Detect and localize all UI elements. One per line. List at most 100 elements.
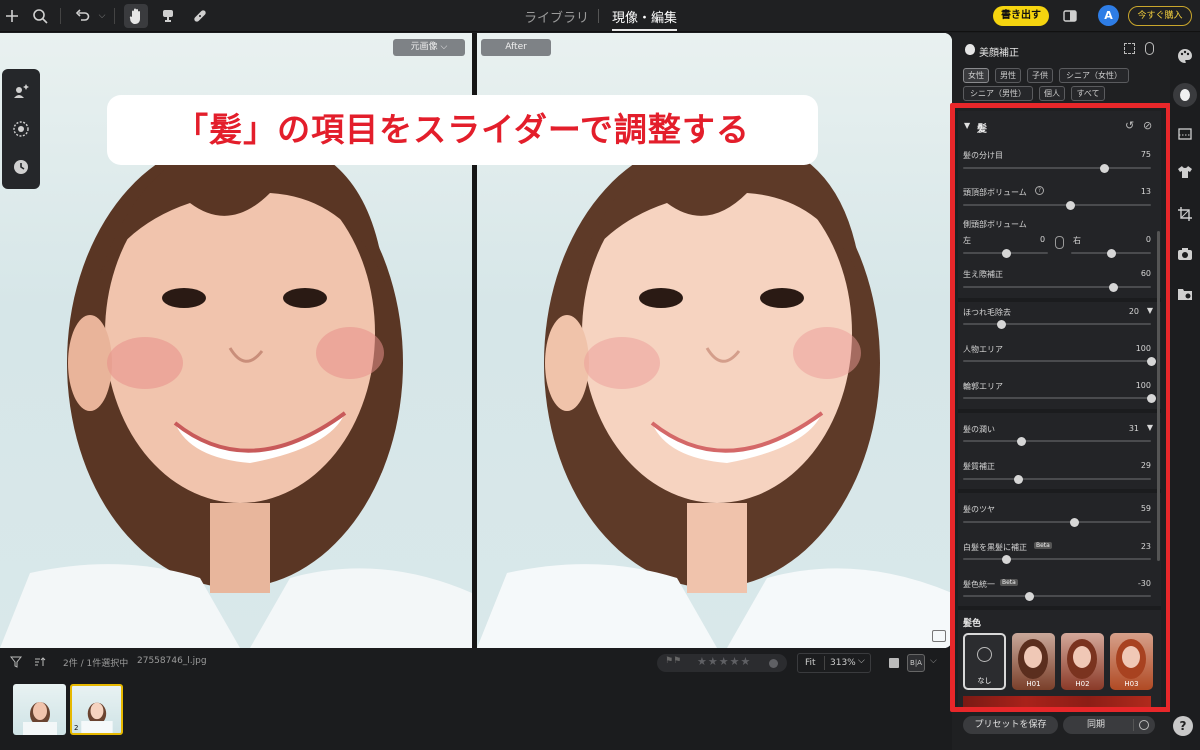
filmstrip-thumbnail[interactable] [13,684,66,735]
export-button[interactable]: 書き出す [993,6,1049,26]
scrollbar[interactable] [1157,231,1160,561]
link-icon[interactable] [1145,42,1154,55]
search-icon[interactable] [30,6,50,26]
bandage-icon[interactable] [190,6,210,26]
expand-triangle-icon[interactable]: ▼ [1147,306,1153,315]
expand-triangle-icon[interactable]: ▼ [1147,423,1153,432]
slider-knob[interactable] [1024,591,1034,601]
slider-track[interactable] [963,591,1151,601]
swatch-h02[interactable]: H02 [1061,633,1104,690]
slider-right-value[interactable]: 0 [1146,235,1151,244]
slider-track[interactable] [963,436,1151,446]
slider-track[interactable] [963,474,1151,484]
slider-track[interactable] [963,319,1151,329]
background-icon[interactable] [1176,125,1194,143]
tab-library[interactable]: ライブラリ [524,7,589,26]
slider-value[interactable]: 23 [1141,542,1151,551]
chip-individual[interactable]: 個人 [1039,86,1065,101]
slider-value[interactable]: -30 [1138,579,1151,588]
fit-label[interactable]: Fit [805,658,816,668]
slider-value[interactable]: 13 [1141,187,1151,196]
hand-tool-button[interactable] [124,4,148,28]
chip-senior-male[interactable]: シニア（男性） [963,86,1033,101]
clothing-icon[interactable] [1176,163,1194,181]
slider-value[interactable]: 20 [1129,307,1139,316]
slider-knob[interactable] [1013,474,1023,484]
slider-knob[interactable] [1002,554,1012,564]
slider-value[interactable]: 100 [1136,344,1151,353]
help-circle-icon[interactable]: ? [1035,186,1044,195]
original-image-dropdown[interactable]: 元画像 ⌵ [393,39,465,56]
link-toggle-icon[interactable] [1055,236,1064,249]
zoom-chevron-icon[interactable]: ⌵ [858,656,865,666]
slider-value[interactable]: 100 [1136,381,1151,390]
crop-icon[interactable] [1176,205,1194,223]
camera-icon[interactable] [1176,245,1194,263]
swatch-h03[interactable]: H03 [1110,633,1153,690]
chip-male[interactable]: 男性 [995,68,1021,83]
color-label-icon[interactable] [769,659,778,668]
slider-knob[interactable] [1069,517,1079,527]
slider-knob[interactable] [1109,282,1119,292]
single-view-icon[interactable] [889,658,899,668]
slider-track[interactable] [963,282,1151,292]
zoom-control[interactable]: Fit 313% ⌵ [797,653,871,673]
slider-knob[interactable] [1001,248,1011,258]
swatch-row-more[interactable] [963,696,1151,707]
chip-child[interactable]: 子供 [1027,68,1053,83]
reset-icon[interactable]: ↺ [1125,119,1134,132]
slider-track[interactable] [963,393,1156,403]
slider-knob[interactable] [1017,436,1027,446]
stamp-icon[interactable] [158,6,178,26]
slider-track-right[interactable] [1071,248,1151,258]
slider-knob[interactable] [1066,200,1076,210]
split-view-icon[interactable] [932,630,946,642]
slider-knob[interactable] [1147,393,1156,403]
slider-track-left[interactable] [963,248,1048,258]
chip-all[interactable]: すべて [1071,86,1105,101]
undo-history-chevron-icon[interactable]: ⌵ [92,6,112,26]
view-chevron-icon[interactable]: ⌵ [930,656,937,666]
chip-senior-female[interactable]: シニア（女性） [1059,68,1129,83]
photo-viewer[interactable]: 元画像 ⌵ After 「髪」の項目をスライダーで調整する [0,33,952,648]
add-icon[interactable] [2,6,22,26]
filmstrip-thumbnail-selected[interactable]: 2 [70,684,123,735]
history-clock-icon[interactable] [11,157,31,177]
zoom-value[interactable]: 313% [830,658,856,668]
sort-icon[interactable] [32,654,48,670]
slider-track[interactable] [963,517,1151,527]
sync-settings-icon[interactable] [1139,720,1149,730]
filter-icon[interactable] [8,654,24,670]
swatch-none[interactable]: なし [963,633,1006,690]
collapse-triangle-icon[interactable]: ▼ [964,121,970,130]
portrait-ai-icon[interactable] [11,81,31,101]
slider-value[interactable]: 31 [1129,424,1139,433]
before-after-view-icon[interactable]: B|A [907,654,925,672]
undo-icon[interactable] [72,6,92,26]
slider-track[interactable] [963,200,1151,210]
face-retouch-icon[interactable] [1173,83,1197,107]
slider-track[interactable] [963,554,1151,564]
slider-value[interactable]: 59 [1141,504,1151,513]
slider-knob[interactable] [1147,356,1156,366]
folder-settings-icon[interactable] [1176,285,1194,303]
palette-icon[interactable] [1176,47,1194,65]
edit-toggle-icon[interactable]: ⊘ [1143,119,1152,132]
avatar[interactable]: A [1098,5,1119,26]
slider-value[interactable]: 75 [1141,150,1151,159]
buy-now-button[interactable]: 今すぐ購入 [1128,6,1192,26]
flag-icon[interactable]: ⚑⚑ [665,656,681,666]
tab-edit[interactable]: 現像・編集 [612,7,678,31]
sync-button[interactable]: 同期 [1063,716,1155,734]
face-select-icon[interactable] [1124,43,1135,54]
star-rating-icon[interactable]: ★★★★★ [697,655,751,668]
compare-panel-icon[interactable] [1060,6,1080,26]
slider-track[interactable] [963,163,1151,173]
chip-female[interactable]: 女性 [963,68,989,83]
noise-icon[interactable] [11,119,31,139]
slider-knob[interactable] [996,319,1006,329]
slider-knob[interactable] [1100,163,1109,173]
slider-knob[interactable] [1107,248,1116,258]
slider-track[interactable] [963,356,1156,366]
help-button[interactable]: ? [1173,716,1193,736]
